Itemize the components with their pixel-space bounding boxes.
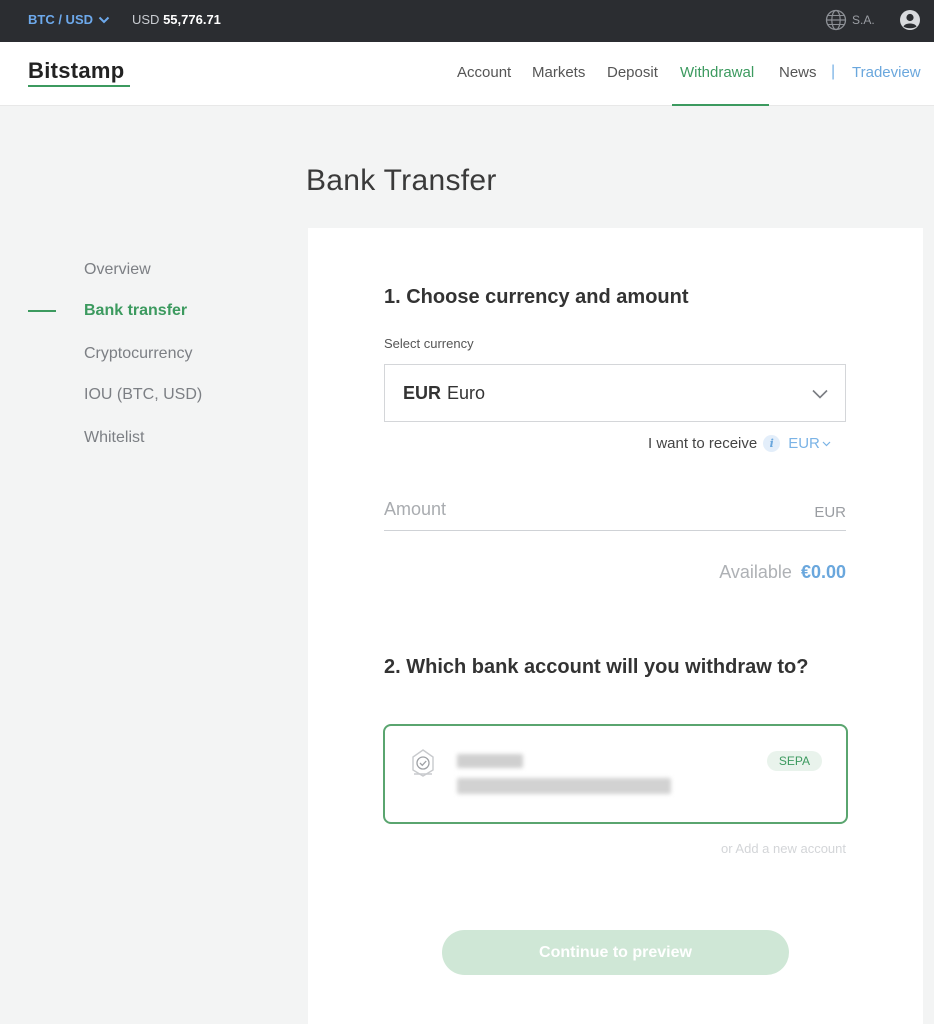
region-label: S.A. <box>852 13 875 27</box>
amount-unit: EUR <box>814 504 846 521</box>
receive-currency-row: I want to receive i EUR <box>648 435 831 452</box>
globe-icon <box>825 9 847 31</box>
amount-field: EUR <box>384 490 846 531</box>
nav-tradeview[interactable]: Tradeview <box>852 64 921 81</box>
available-value[interactable]: €0.00 <box>801 562 846 582</box>
page-title: Bank Transfer <box>306 164 497 197</box>
sidebar-item-overview[interactable]: Overview <box>84 261 151 279</box>
sepa-badge: SEPA <box>766 751 822 771</box>
currency-select[interactable]: EUR Euro <box>384 364 846 422</box>
currency-pair-selector[interactable]: BTC / USD <box>28 12 110 27</box>
sidebar-item-bank-transfer[interactable]: Bank transfer <box>84 302 187 320</box>
logo-underline <box>28 85 130 87</box>
nav-news[interactable]: News <box>779 64 817 81</box>
ticker-price: USD 55,776.71 <box>132 12 221 27</box>
price-currency: USD <box>132 12 160 27</box>
currency-name: Euro <box>447 382 486 403</box>
top-bar: BTC / USD USD 55,776.71 S.A. <box>0 0 934 42</box>
amount-input[interactable] <box>384 490 784 528</box>
bank-account-option[interactable]: SEPA <box>383 724 848 824</box>
sidebar-item-cryptocurrency[interactable]: Cryptocurrency <box>84 345 192 363</box>
currency-pair-label: BTC / USD <box>28 12 93 27</box>
add-new-account-link[interactable]: or Add a new account <box>721 841 846 856</box>
account-holder-name-redacted <box>457 754 523 768</box>
region-selector[interactable]: S.A. <box>825 9 875 31</box>
receive-currency-dropdown[interactable]: EUR <box>788 435 831 452</box>
available-label: Available <box>719 562 792 582</box>
main-header: Bitstamp Account Markets Deposit Withdra… <box>0 42 934 106</box>
nav-withdrawal[interactable]: Withdrawal <box>680 64 754 81</box>
receive-label: I want to receive <box>648 435 758 452</box>
nav-active-indicator <box>672 104 769 106</box>
nav-separator: | <box>831 63 836 80</box>
account-iban-redacted <box>457 778 671 794</box>
sidebar-active-marker <box>28 310 56 312</box>
receive-currency-value: EUR <box>788 435 820 452</box>
user-account-icon[interactable] <box>899 9 921 31</box>
chevron-down-icon <box>98 16 110 23</box>
nav-account[interactable]: Account <box>457 64 511 81</box>
currency-code: EUR <box>403 382 442 403</box>
nav-deposit[interactable]: Deposit <box>607 64 658 81</box>
chevron-down-icon <box>812 389 828 399</box>
price-value: 55,776.71 <box>163 12 221 27</box>
sidebar-item-iou[interactable]: IOU (BTC, USD) <box>84 386 202 404</box>
available-balance: Available €0.00 <box>719 562 846 583</box>
step2-title: 2. Which bank account will you withdraw … <box>384 656 809 678</box>
nav-markets[interactable]: Markets <box>532 64 585 81</box>
chevron-down-icon <box>822 441 831 447</box>
continue-to-preview-button[interactable]: Continue to preview <box>442 930 789 975</box>
step1-title: 1. Choose currency and amount <box>384 286 689 308</box>
bank-verified-icon <box>412 749 434 777</box>
bitstamp-logo[interactable]: Bitstamp <box>28 58 125 84</box>
sidebar-item-whitelist[interactable]: Whitelist <box>84 429 144 447</box>
select-currency-label: Select currency <box>384 336 474 351</box>
info-icon[interactable]: i <box>763 435 781 452</box>
